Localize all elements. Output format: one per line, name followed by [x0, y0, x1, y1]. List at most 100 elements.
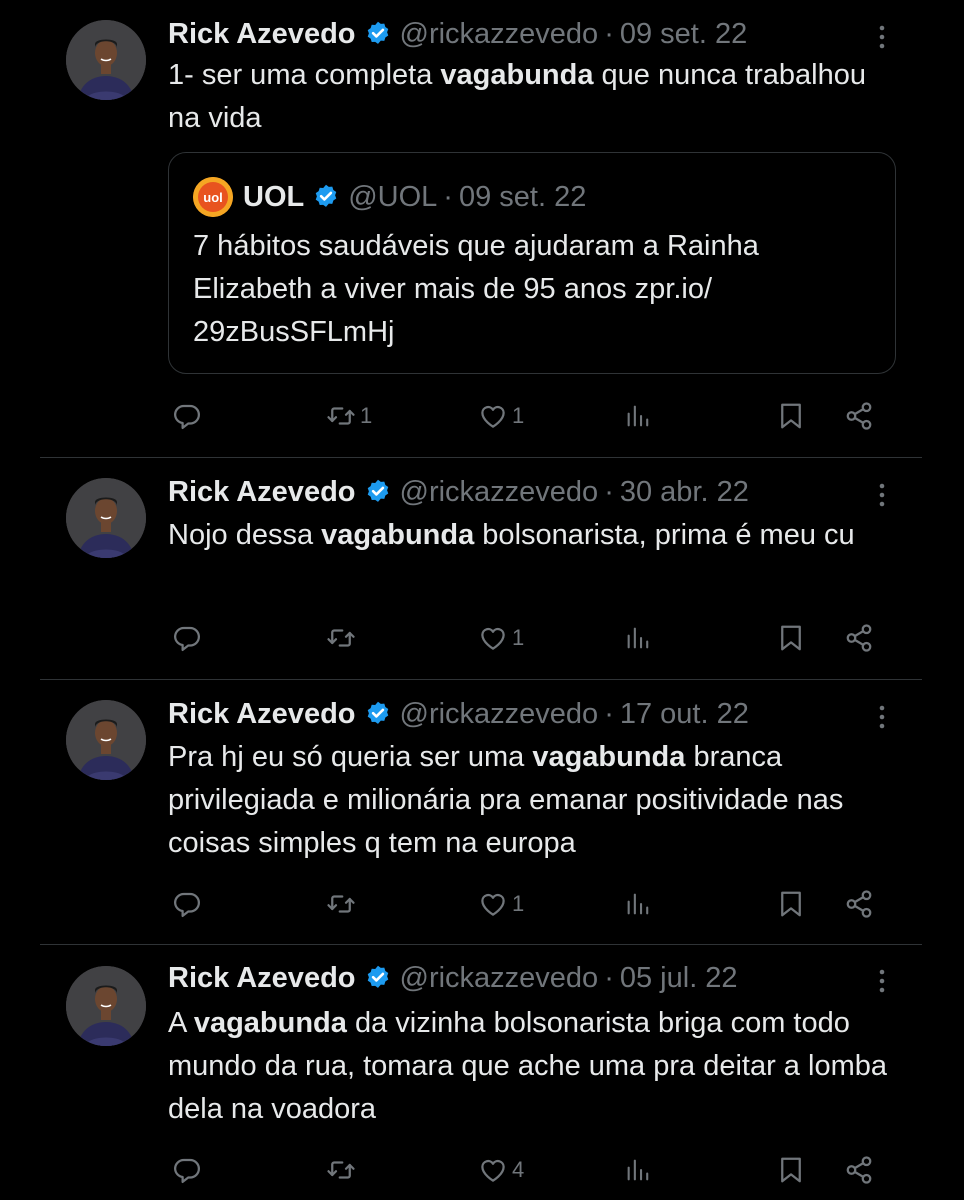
- author-name[interactable]: Rick Azevedo: [168, 698, 356, 731]
- quoted-tweet-date[interactable]: 09 set. 22: [459, 181, 586, 214]
- reply-button[interactable]: [172, 1150, 202, 1190]
- like-count: 1: [512, 891, 525, 916]
- views-button[interactable]: [624, 884, 652, 924]
- bookmark-icon: [776, 889, 806, 919]
- share-button[interactable]: [844, 1150, 874, 1190]
- bookmark-icon: [776, 401, 806, 431]
- uol-logo-text: uol: [203, 190, 223, 205]
- tweet-date[interactable]: 05 jul. 22: [620, 962, 738, 995]
- share-icon: [844, 1155, 874, 1185]
- more-options-icon[interactable]: [872, 966, 892, 996]
- tweet-text-bold: vagabunda: [440, 59, 594, 91]
- reply-icon: [172, 1155, 202, 1185]
- author-handle[interactable]: @rickazzevedo: [400, 18, 599, 51]
- avatar[interactable]: [66, 966, 146, 1046]
- author-handle[interactable]: @rickazzevedo: [400, 476, 599, 509]
- share-icon: [844, 623, 874, 653]
- views-icon: [624, 890, 652, 918]
- profile-photo-icon: [66, 700, 146, 780]
- retweet-count: 1: [360, 403, 373, 428]
- separator-dot: ·: [604, 475, 614, 508]
- retweet-icon: [326, 889, 356, 919]
- reply-icon: [172, 889, 202, 919]
- verified-badge-icon: [364, 20, 392, 48]
- avatar[interactable]: [66, 700, 146, 780]
- verified-badge-icon: [364, 478, 392, 506]
- author-name[interactable]: Rick Azevedo: [168, 18, 356, 51]
- quoted-author-name[interactable]: UOL: [243, 181, 304, 214]
- views-button[interactable]: [624, 1150, 652, 1190]
- action-bar: 4: [168, 1150, 908, 1190]
- action-bar: 1 1: [168, 396, 908, 436]
- avatar[interactable]: [66, 478, 146, 558]
- like-count: 4: [512, 1157, 525, 1182]
- like-icon: [478, 623, 508, 653]
- tweet-header: Rick Azevedo @rickazzevedo · 17 out. 22: [168, 694, 749, 734]
- quoted-author-handle[interactable]: @UOL: [348, 181, 437, 214]
- like-icon: [478, 1155, 508, 1185]
- tweet-text-part: A: [168, 1007, 194, 1039]
- share-button[interactable]: [844, 618, 874, 658]
- retweet-icon: [326, 623, 356, 653]
- share-icon: [844, 401, 874, 431]
- tweet-header: Rick Azevedo @rickazzevedo · 30 abr. 22: [168, 472, 749, 512]
- retweet-icon: [326, 401, 356, 431]
- retweet-button[interactable]: [326, 884, 360, 924]
- action-bar: 1: [168, 884, 908, 924]
- tweet-text-part: Nojo dessa: [168, 519, 322, 551]
- separator-dot: ·: [604, 17, 614, 50]
- like-button[interactable]: 1: [478, 884, 524, 924]
- retweet-button[interactable]: [326, 1150, 360, 1190]
- share-button[interactable]: [844, 884, 874, 924]
- divider: [40, 944, 922, 945]
- divider: [40, 679, 922, 680]
- more-options-icon[interactable]: [872, 480, 892, 510]
- avatar[interactable]: [66, 20, 146, 100]
- share-button[interactable]: [844, 396, 874, 436]
- reply-button[interactable]: [172, 618, 202, 658]
- author-name[interactable]: Rick Azevedo: [168, 476, 356, 509]
- tweet-text: A vagabunda da vizinha bolsonarista brig…: [168, 1002, 898, 1131]
- reply-icon: [172, 401, 202, 431]
- like-button[interactable]: 1: [478, 396, 524, 436]
- quoted-tweet-text: 7 hábitos saudáveis que ajudaram a Rainh…: [193, 230, 759, 348]
- tweet-text-part: Pra hj eu só queria ser uma: [168, 741, 533, 773]
- tweet-date[interactable]: 30 abr. 22: [620, 476, 749, 509]
- views-button[interactable]: [624, 396, 652, 436]
- separator-dot: ·: [604, 697, 614, 730]
- bookmark-button[interactable]: [776, 1150, 806, 1190]
- views-icon: [624, 402, 652, 430]
- views-icon: [624, 624, 652, 652]
- quoted-tweet[interactable]: uol UOL @UOL · 09 set. 22 7 hábitos saud…: [168, 152, 896, 374]
- author-handle[interactable]: @rickazzevedo: [400, 698, 599, 731]
- bookmark-button[interactable]: [776, 396, 806, 436]
- bookmark-button[interactable]: [776, 884, 806, 924]
- author-handle[interactable]: @rickazzevedo: [400, 962, 599, 995]
- more-options-icon[interactable]: [872, 702, 892, 732]
- reply-button[interactable]: [172, 884, 202, 924]
- like-button[interactable]: 1: [478, 618, 524, 658]
- tweet-text: Nojo dessa vagabunda bolsonarista, prima…: [168, 514, 898, 557]
- verified-badge-icon: [312, 183, 340, 211]
- tweet-date[interactable]: 17 out. 22: [620, 698, 749, 731]
- tweet-header: Rick Azevedo @rickazzevedo · 09 set. 22: [168, 14, 747, 54]
- profile-photo-icon: [66, 478, 146, 558]
- retweet-button[interactable]: [326, 618, 360, 658]
- views-icon: [624, 1156, 652, 1184]
- action-bar: 1: [168, 618, 908, 658]
- quoted-tweet-header: uol UOL @UOL · 09 set. 22: [193, 177, 586, 217]
- like-icon: [478, 401, 508, 431]
- author-name[interactable]: Rick Azevedo: [168, 962, 356, 995]
- bookmark-icon: [776, 1155, 806, 1185]
- more-options-icon[interactable]: [872, 22, 892, 52]
- like-icon: [478, 889, 508, 919]
- like-button[interactable]: 4: [478, 1150, 524, 1190]
- bookmark-button[interactable]: [776, 618, 806, 658]
- reply-button[interactable]: [172, 396, 202, 436]
- tweet-date[interactable]: 09 set. 22: [620, 18, 747, 51]
- profile-photo-icon: [66, 966, 146, 1046]
- retweet-button[interactable]: 1: [326, 396, 372, 436]
- share-icon: [844, 889, 874, 919]
- tweet-text: 1- ser uma completa vagabunda que nunca …: [168, 54, 898, 140]
- views-button[interactable]: [624, 618, 652, 658]
